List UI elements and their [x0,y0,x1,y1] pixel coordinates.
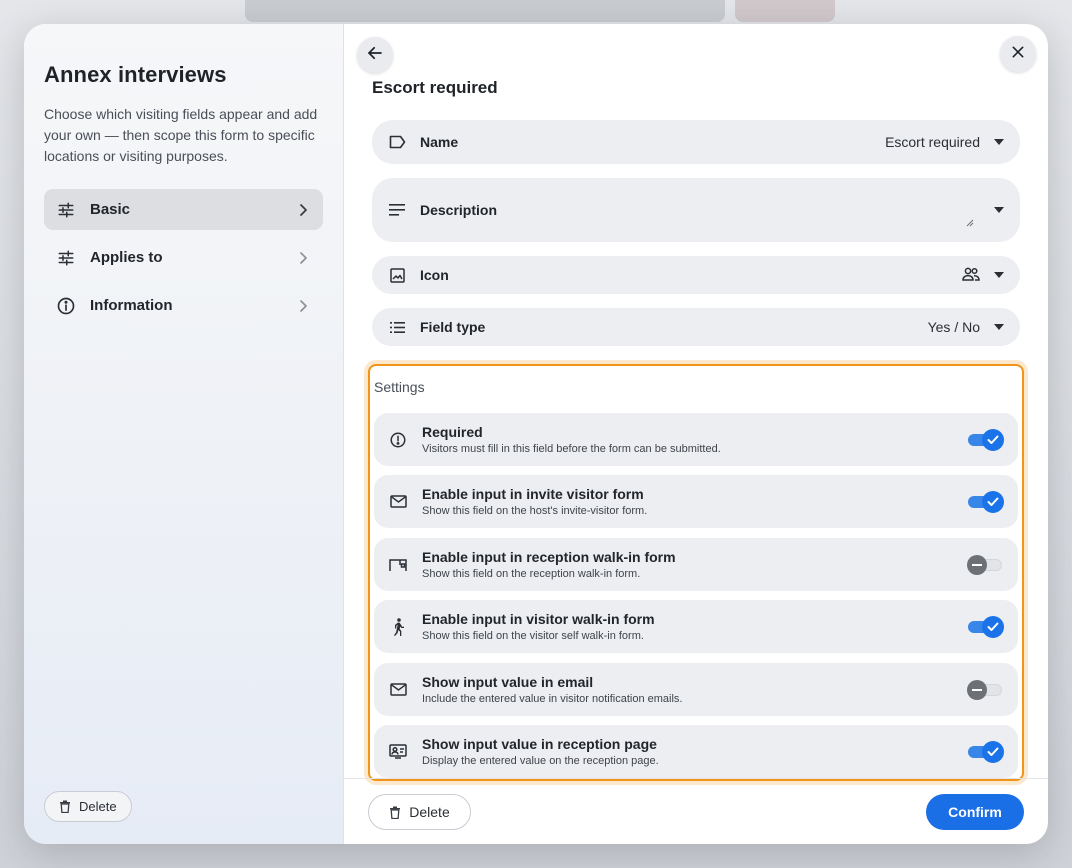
sidebar-nav: Basic Applies to Information [44,189,323,326]
setting-text: Show input value in reception page Displ… [422,735,968,768]
delete-label: Delete [409,804,450,820]
setting-text: Required Visitors must fill in this fiel… [422,423,968,456]
name-label: Name [420,134,459,150]
reception-desk-icon [388,555,408,575]
sidebar-title: Annex interviews [44,62,227,87]
sidebar-item-basic[interactable]: Basic [44,189,323,230]
minus-icon [967,554,987,575]
name-field[interactable]: Name Escort required [372,120,1020,164]
sidebar-delete-button[interactable]: Delete [44,791,132,822]
footer-divider [344,778,1048,779]
setting-label: Show input value in reception page [422,736,657,752]
text-lines-icon [388,201,406,219]
setting-show-in-reception-page: Show input value in reception page Displ… [374,725,1018,778]
setting-required: Required Visitors must fill in this fiel… [374,413,1018,466]
setting-label: Enable input in invite visitor form [422,486,644,502]
sidebar: Annex interviews Choose which visiting f… [24,24,344,844]
field-type-value: Yes / No [927,319,980,335]
tune-icon [56,248,76,268]
sidebar-item-label: Applies to [90,249,163,266]
caret-down-icon [994,270,1004,280]
settings-title: Settings [374,379,425,395]
setting-visitor-walk-in-form: Enable input in visitor walk-in form Sho… [374,600,1018,653]
setting-label: Show input value in email [422,674,594,690]
required-toggle[interactable] [968,428,1004,451]
visitor-walk-in-form-toggle[interactable] [968,615,1004,638]
setting-text: Enable input in invite visitor form Show… [422,485,968,518]
trash-icon [59,800,71,813]
main-panel: Escort required Name Escort required Des… [344,24,1048,844]
settings-section: Settings Required Visitors must fill in … [368,364,1024,781]
setting-show-in-email: Show input value in email Include the en… [374,663,1018,716]
sidebar-description: Choose which visiting fields appear and … [44,106,318,164]
caret-down-icon [994,137,1004,147]
description-label: Description [420,202,498,218]
check-icon [982,428,1004,451]
reception-walk-in-form-toggle[interactable] [967,554,1004,576]
show-in-reception-page-toggle[interactable] [968,740,1004,763]
mail-icon [388,492,408,512]
edit-field-dialog: Annex interviews Choose which visiting f… [24,24,1048,844]
back-button[interactable] [357,37,393,73]
setting-label: Required [422,424,483,440]
mail-icon [388,680,408,700]
confirm-button[interactable]: Confirm [926,794,1024,830]
check-icon [982,490,1004,513]
image-icon [388,266,406,284]
setting-description: Include the entered value in visitor not… [422,693,683,705]
setting-description: Show this field on the host's invite-vis… [422,505,648,517]
delete-label: Delete [79,799,117,814]
people-icon [962,267,980,284]
chevron-right-icon [295,298,311,314]
setting-text: Enable input in reception walk-in form S… [422,548,968,581]
alert-circle-icon [388,430,408,450]
field-type-label: Field type [420,319,486,335]
setting-description: Show this field on the visitor self walk… [422,630,644,642]
invite-visitor-form-toggle[interactable] [968,490,1004,513]
caret-down-icon [994,322,1004,332]
setting-text: Show input value in email Include the en… [422,673,968,706]
sidebar-item-information[interactable]: Information [44,285,323,326]
icon-label: Icon [420,267,449,283]
delete-button[interactable]: Delete [368,794,471,830]
close-icon [1010,44,1026,65]
icon-field[interactable]: Icon [372,256,1020,294]
setting-text: Enable input in visitor walk-in form Sho… [422,610,968,643]
tune-icon [56,200,76,220]
caret-down-icon [994,205,1004,215]
trash-icon [389,806,401,819]
badge-icon [388,742,408,762]
sidebar-item-label: Basic [90,201,131,218]
list-icon [388,318,406,336]
info-icon [56,296,76,316]
minus-icon [967,679,987,700]
check-icon [982,740,1004,763]
setting-reception-walk-in-form: Enable input in reception walk-in form S… [374,538,1018,591]
backdrop-search-bar [245,0,725,22]
setting-label: Enable input in visitor walk-in form [422,611,655,627]
label-tag-icon [388,133,406,151]
setting-invite-visitor-form: Enable input in invite visitor form Show… [374,475,1018,528]
resize-handle-icon[interactable] [966,214,974,232]
arrow-left-icon [366,44,384,67]
sidebar-item-label: Information [90,297,173,314]
setting-label: Enable input in reception walk-in form [422,549,676,565]
setting-description: Visitors must fill in this field before … [422,443,721,455]
description-field[interactable]: Description [372,178,1020,242]
walking-person-icon [388,617,408,637]
form-title: Escort required [372,78,498,97]
check-icon [982,615,1004,638]
chevron-right-icon [295,202,311,218]
sidebar-item-applies-to[interactable]: Applies to [44,237,323,278]
close-button[interactable] [1000,36,1036,72]
field-type-select[interactable]: Field type Yes / No [372,308,1020,346]
setting-description: Display the entered value on the recepti… [422,755,659,767]
show-in-email-toggle[interactable] [967,679,1004,701]
chevron-right-icon [295,250,311,266]
name-value: Escort required [885,134,980,150]
setting-description: Show this field on the reception walk-in… [422,568,641,580]
backdrop-tab [735,0,835,22]
